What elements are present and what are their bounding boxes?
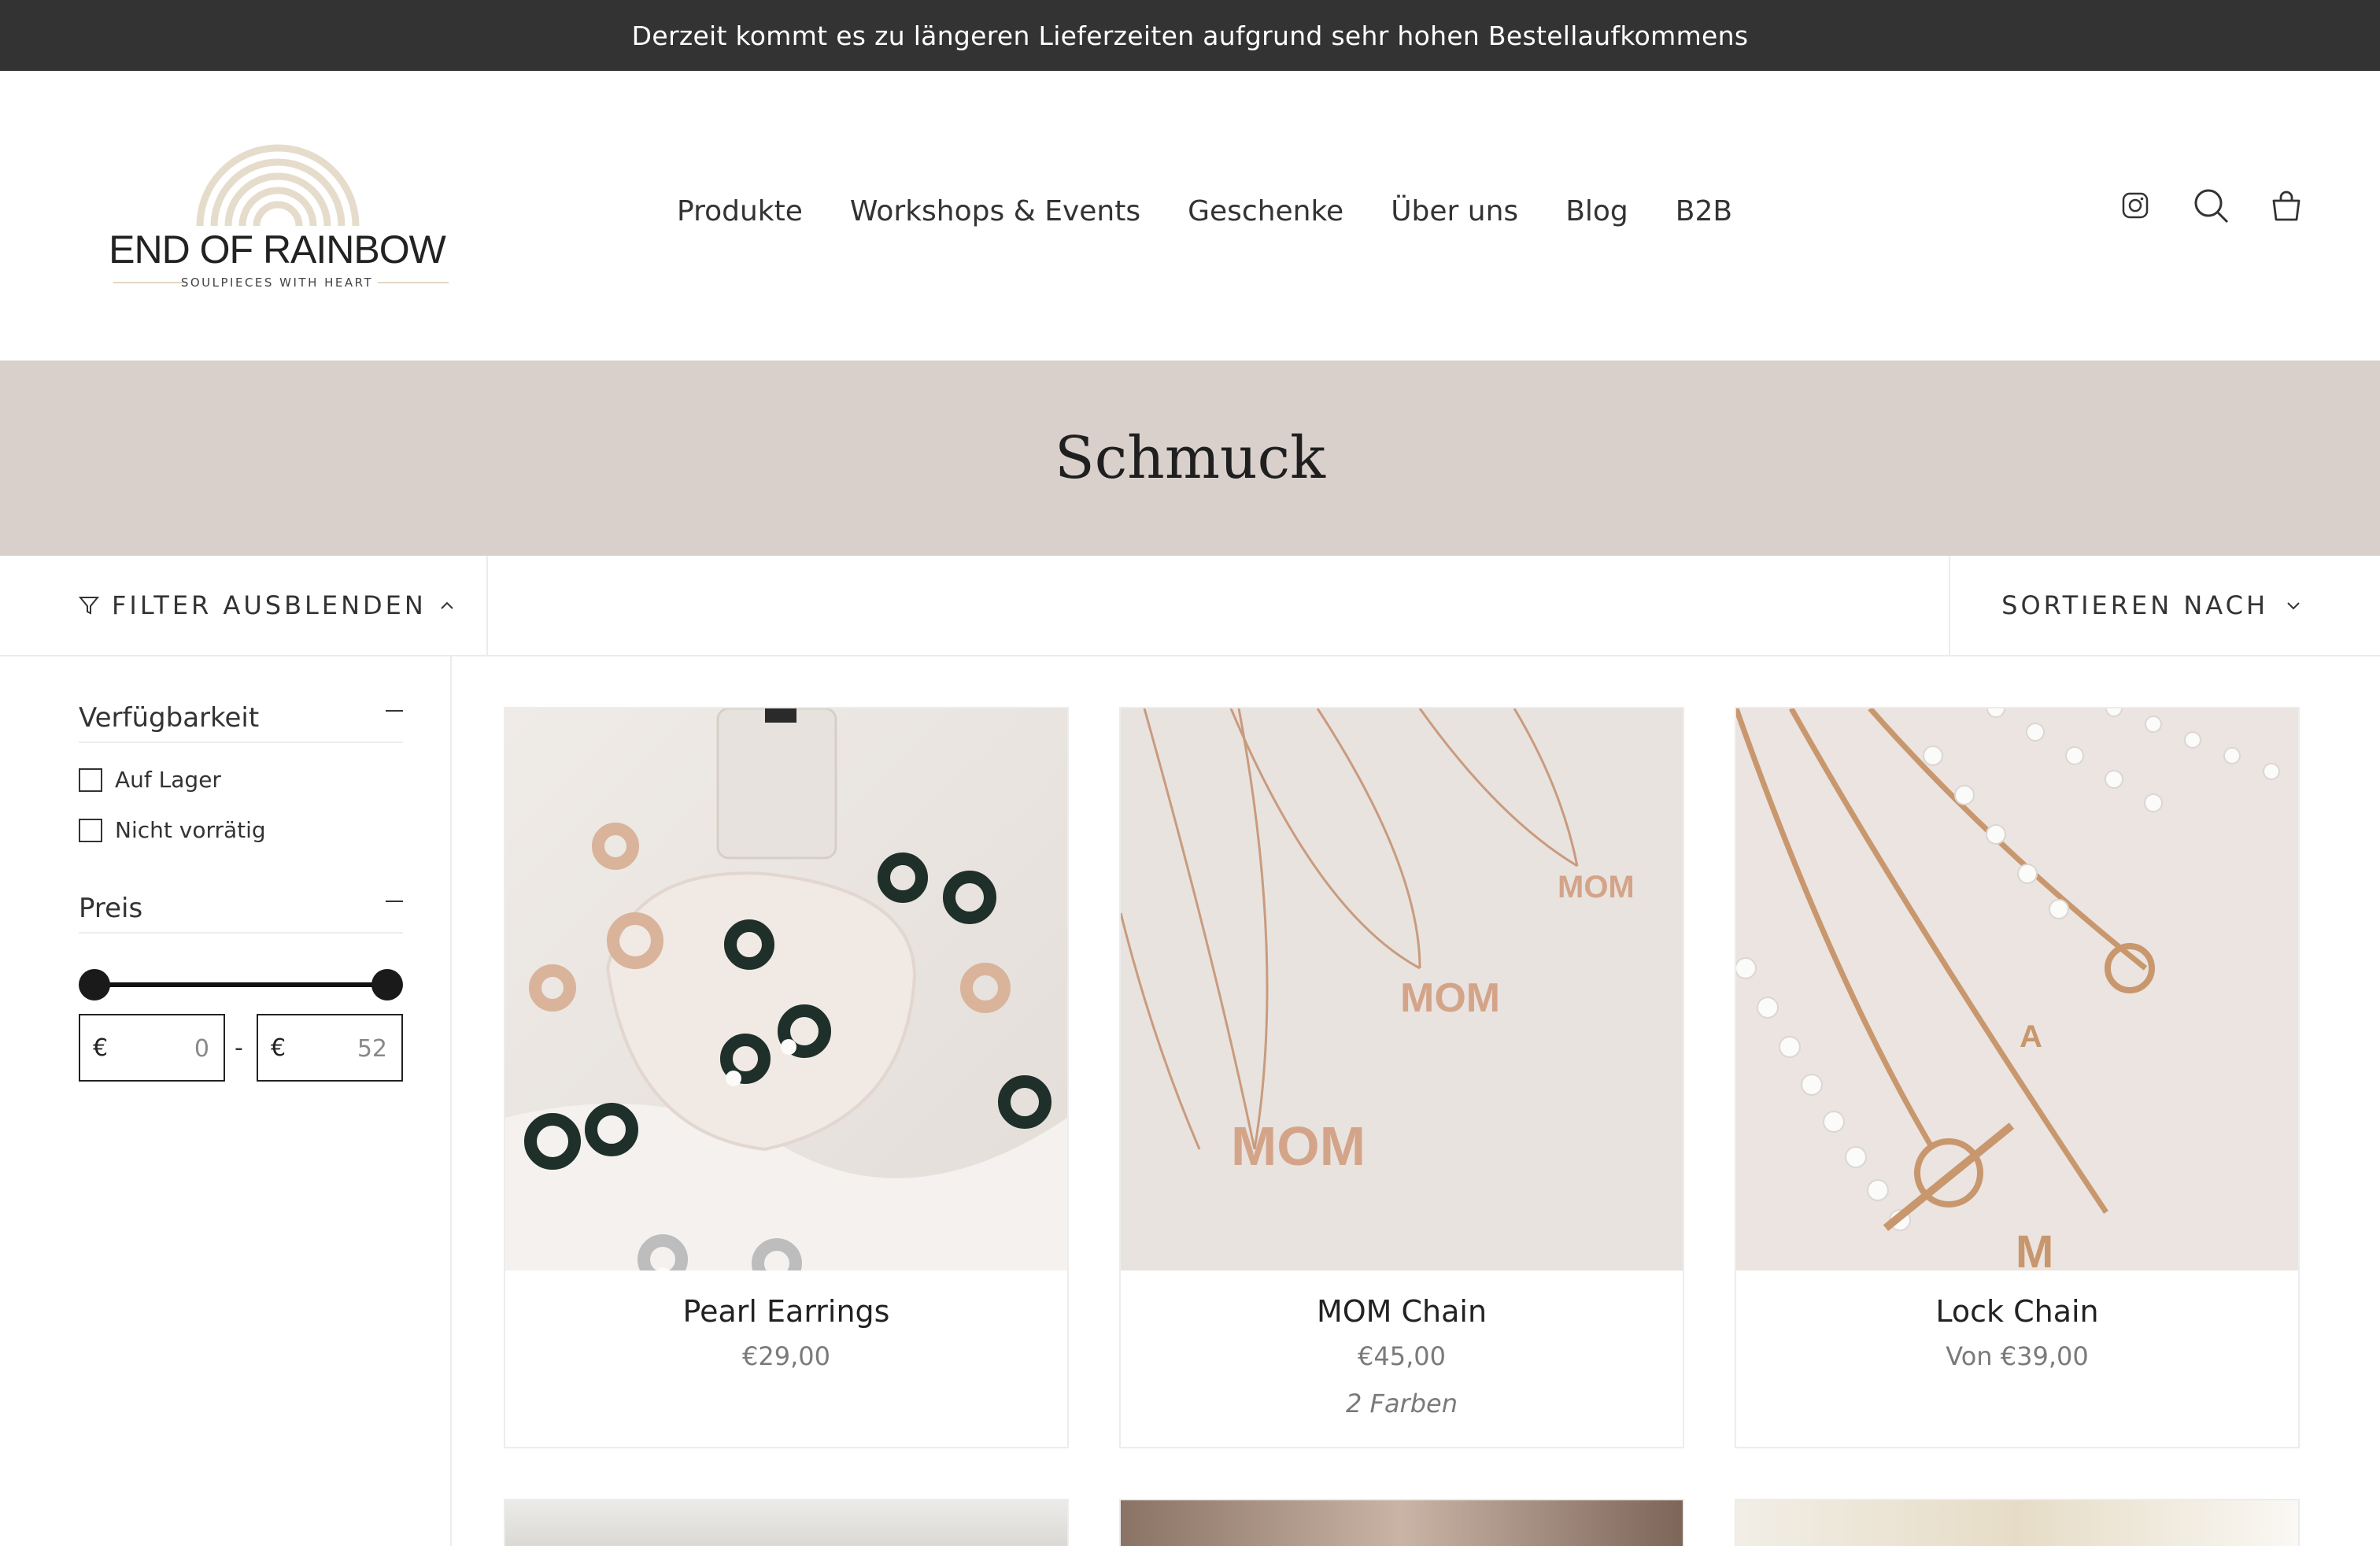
cart-icon[interactable] <box>2268 187 2304 224</box>
product-card[interactable]: A M Lock Chain Von €39,00 <box>1735 707 2300 1448</box>
page-title: Schmuck <box>1055 424 1325 492</box>
rainbow-logo-icon <box>196 144 360 226</box>
svg-text:MOM: MOM <box>1400 975 1500 1021</box>
price-range-separator: - <box>235 1034 243 1062</box>
sort-label: SORTIEREN NACH <box>2001 590 2268 620</box>
nav-blog[interactable]: Blog <box>1565 195 1628 227</box>
filter-toggle-label: FILTER AUSBLENDEN <box>112 590 427 620</box>
collapse-icon <box>386 710 403 712</box>
checkbox-label: Auf Lager <box>115 767 221 793</box>
nav-b2b[interactable]: B2B <box>1676 195 1732 227</box>
price-min-field[interactable]: € <box>79 1014 225 1082</box>
price-filter-header[interactable]: Preis <box>79 886 403 934</box>
svg-text:MOM: MOM <box>1558 870 1635 904</box>
price-max-field[interactable]: € <box>257 1014 403 1082</box>
price-min-input[interactable] <box>128 1030 209 1067</box>
product-name[interactable]: Pearl Earrings <box>505 1294 1067 1329</box>
header-icons <box>2117 187 2304 224</box>
collection-banner: Schmuck <box>0 361 2380 556</box>
logo[interactable]: END OF RAINBOW SOULPIECES WITH HEART <box>105 143 449 301</box>
nav-geschenke[interactable]: Geschenke <box>1188 195 1343 227</box>
currency-symbol: € <box>271 1034 286 1062</box>
product-price: €45,00 <box>1358 1341 1446 1371</box>
checkbox[interactable] <box>79 767 102 792</box>
product-card[interactable]: MOM MOM MOM MOM Chain €45,00 2 Farben <box>1119 707 1684 1448</box>
product-name[interactable]: MOM Chain <box>1121 1294 1683 1329</box>
availability-filter-header[interactable]: Verfügbarkeit <box>79 696 403 743</box>
price-filter-title: Preis <box>79 893 143 924</box>
main-nav: Produkte Workshops & Events Geschenke Üb… <box>677 195 1732 227</box>
product-price: €29,00 <box>742 1341 830 1371</box>
checkbox[interactable] <box>79 818 102 842</box>
collapse-icon <box>386 901 403 902</box>
product-image[interactable]: MOM MOM MOM <box>1121 708 1683 1270</box>
nav-ueber-uns[interactable]: Über uns <box>1391 195 1518 227</box>
svg-text:MOM: MOM <box>1231 1115 1366 1177</box>
nav-produkte[interactable]: Produkte <box>677 195 803 227</box>
product-card[interactable]: Pearl Earrings €29,00 <box>504 707 1069 1448</box>
product-card[interactable] <box>504 1499 1069 1546</box>
checkbox-label: Nicht vorrätig <box>115 817 266 843</box>
product-name[interactable]: Lock Chain <box>1736 1294 2298 1329</box>
product-color-variants: 2 Farben <box>1346 1389 1458 1418</box>
sort-button[interactable]: SORTIEREN NACH <box>1949 556 2380 655</box>
product-price: Von €39,00 <box>1946 1341 2089 1371</box>
svg-text:M: M <box>2016 1226 2053 1270</box>
chevron-up-icon <box>441 601 453 609</box>
availability-filter-title: Verfügbarkeit <box>79 702 260 734</box>
nav-workshops-events[interactable]: Workshops & Events <box>850 195 1140 227</box>
price-slider-track[interactable] <box>93 982 387 987</box>
search-icon[interactable] <box>2193 187 2229 224</box>
price-slider-min-handle[interactable] <box>79 969 110 1000</box>
svg-text:A: A <box>2020 1019 2042 1054</box>
announcement-bar: Derzeit kommt es zu längeren Lieferzeite… <box>0 0 2380 71</box>
chevron-down-icon <box>2287 602 2300 610</box>
logo-divider-right <box>378 282 449 283</box>
filter-bar: FILTER AUSBLENDEN SORTIEREN NACH <box>0 556 2380 656</box>
filter-toggle-button[interactable]: FILTER AUSBLENDEN <box>0 556 488 655</box>
logo-title: END OF RAINBOW <box>109 227 446 272</box>
filter-sidebar: Verfügbarkeit Auf Lager Nicht vorrätig P… <box>0 656 452 1546</box>
product-image[interactable]: A M <box>1736 708 2298 1270</box>
product-card[interactable] <box>1119 1499 1684 1546</box>
price-slider-max-handle[interactable] <box>371 969 403 1000</box>
price-max-input[interactable] <box>305 1030 387 1067</box>
filter-option-auf-lager[interactable]: Auf Lager <box>79 767 221 793</box>
instagram-icon[interactable] <box>2117 187 2153 224</box>
filter-option-nicht-vorraetig[interactable]: Nicht vorrätig <box>79 817 266 843</box>
filter-icon <box>79 597 99 615</box>
site-header: END OF RAINBOW SOULPIECES WITH HEART Pro… <box>0 71 2380 361</box>
currency-symbol: € <box>93 1034 109 1062</box>
product-image[interactable] <box>505 708 1067 1270</box>
product-card[interactable] <box>1735 1499 2300 1546</box>
announcement-text: Derzeit kommt es zu längeren Lieferzeite… <box>631 20 1749 51</box>
